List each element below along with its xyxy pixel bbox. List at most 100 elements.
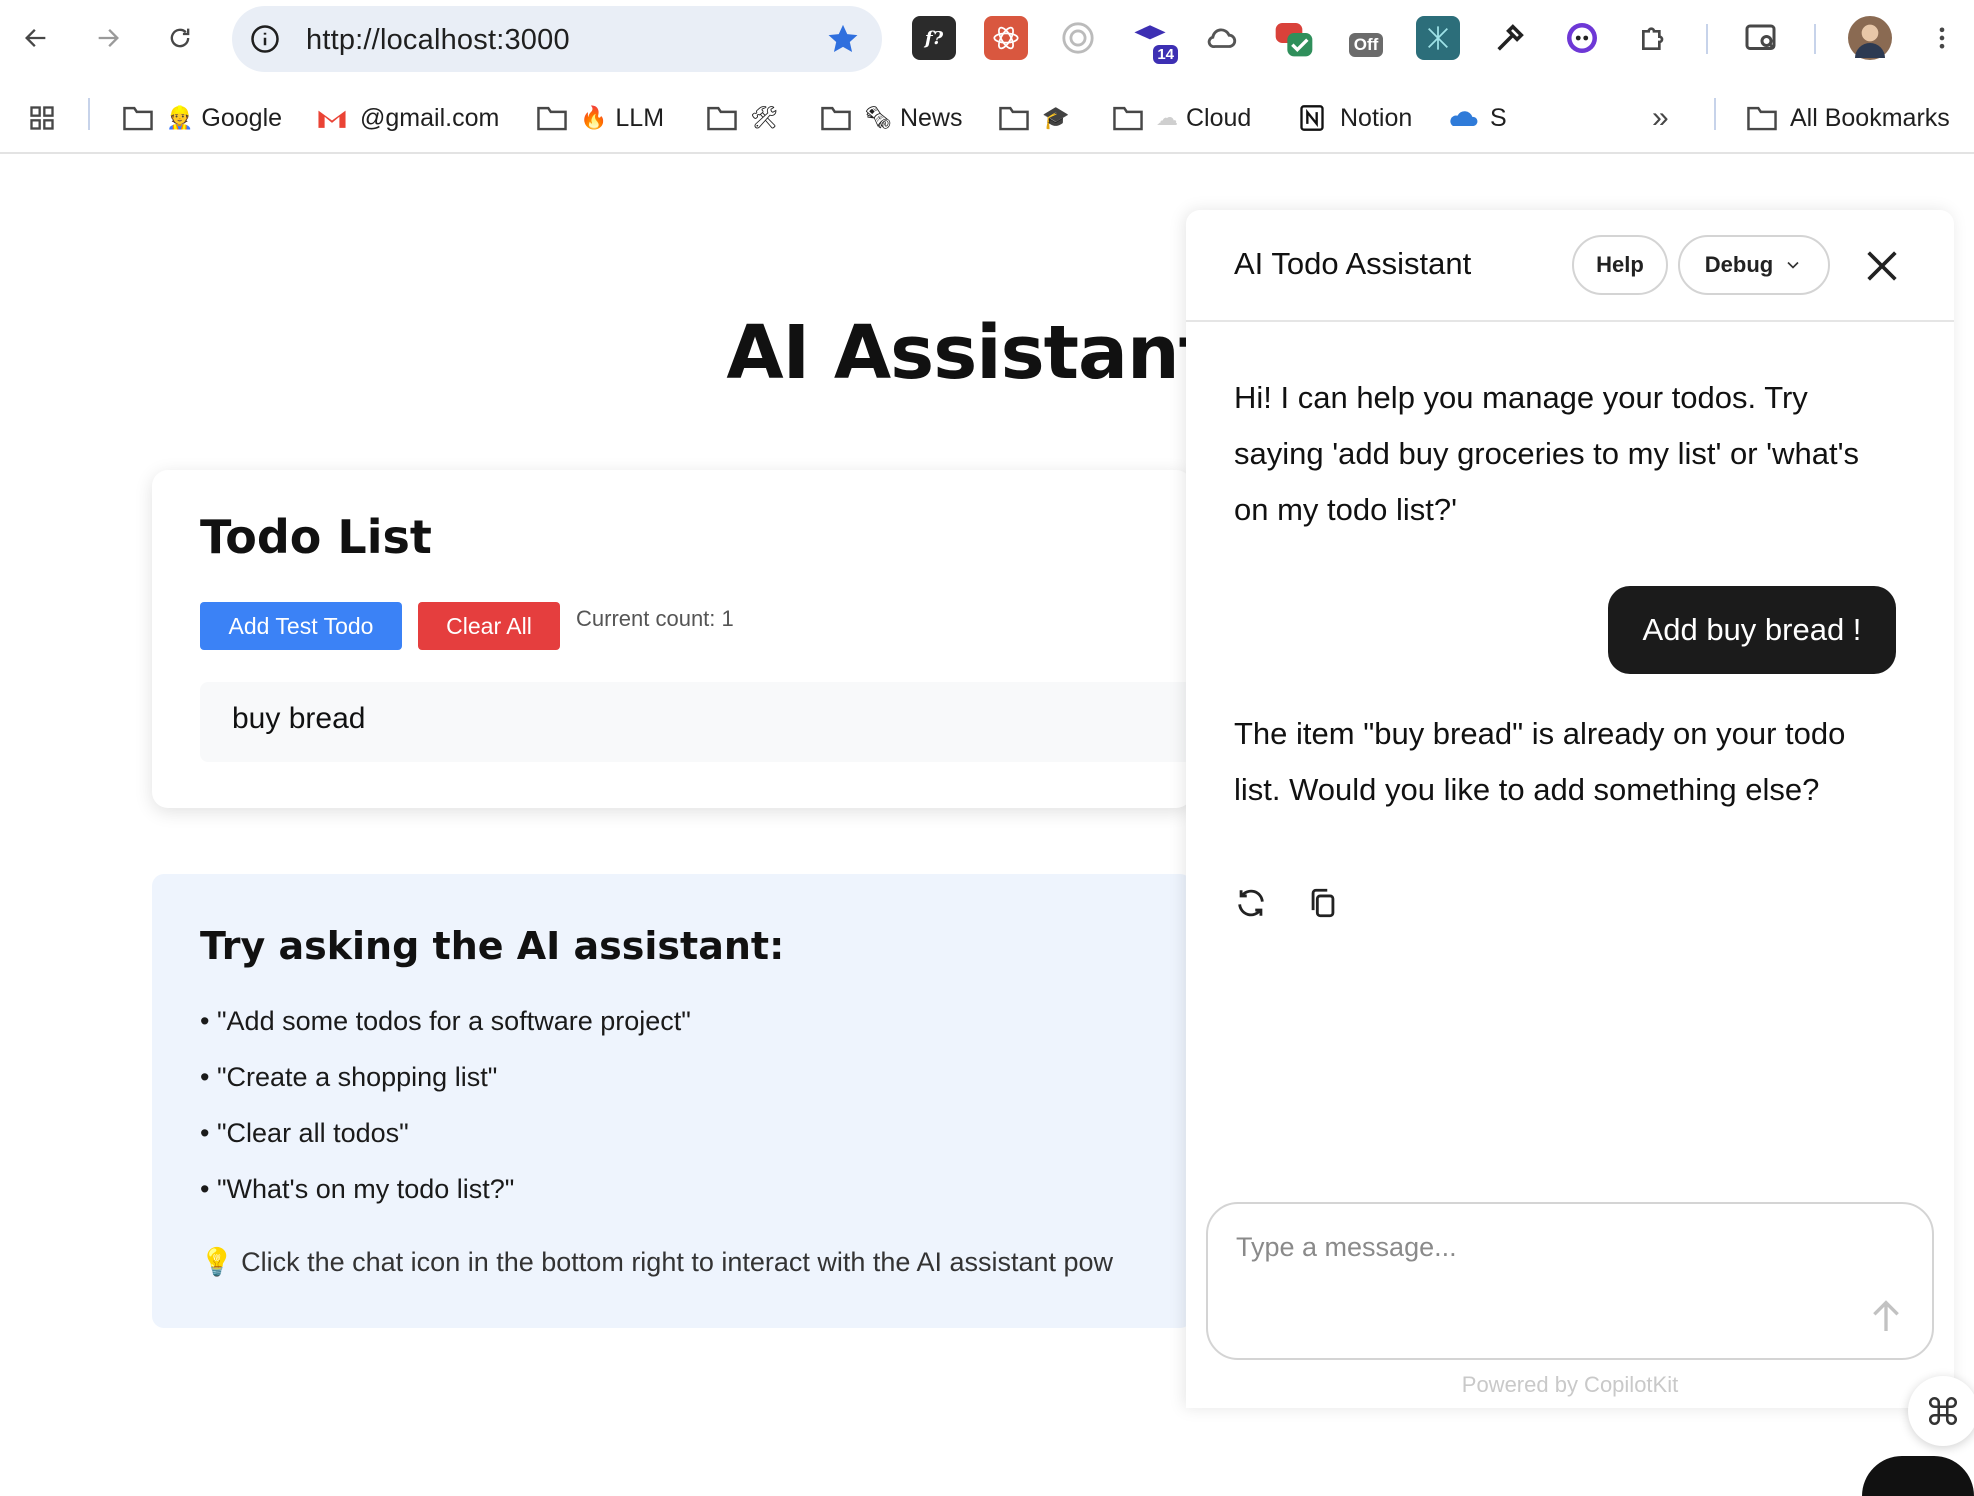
bookmark-gmail[interactable]: @gmail.com [316,98,499,138]
bookmark-folder-education[interactable]: 🎓 [998,98,1077,138]
bookmark-emoji: 👷 [166,105,194,130]
onedrive-icon [1450,111,1478,126]
ext-dropper-icon[interactable] [1488,16,1532,60]
help-button[interactable]: Help [1572,235,1668,295]
eyedropper-icon [1497,24,1524,51]
chat-title: AI Todo Assistant [1234,246,1472,281]
bookmarks-divider [1714,98,1716,130]
all-bookmarks-button[interactable]: All Bookmarks [1746,98,1950,138]
forward-button[interactable] [84,14,132,62]
notion-icon [1300,105,1324,131]
chat-input[interactable] [1236,1232,1856,1263]
todo-item-text: buy bread [232,702,366,735]
address-bar[interactable]: http://localhost:3000 [232,6,882,72]
target-icon [1062,22,1094,54]
browser-toolbar: http://localhost:3000 f? 14 Off [0,0,1974,76]
bookmark-label: Notion [1340,103,1413,132]
bookmark-notion[interactable]: Notion [1296,98,1412,138]
chat-toggle-button[interactable] [1908,1376,1974,1446]
chat-input-box[interactable] [1206,1202,1934,1360]
arrow-left-icon [25,29,46,47]
bookmark-label: @gmail.com [360,103,500,132]
ext-check-icon[interactable] [1272,16,1316,60]
bookmark-star-icon[interactable] [826,22,860,56]
gmail-icon [318,110,346,128]
bookmark-folder-news[interactable]: 🗞 News [820,98,962,138]
eyes-icon [1567,23,1597,53]
bookmark-folder-llm[interactable]: 🔥 LLM [536,98,664,138]
folder-icon [537,106,567,131]
add-test-todo-button[interactable]: Add Test Todo [200,602,402,650]
info-icon[interactable] [250,24,280,54]
tab-search-button[interactable] [1740,16,1784,60]
bookmark-folder-google[interactable]: 👷 Google [122,98,282,138]
chat-header: AI Todo Assistant Help Debug [1186,210,1954,322]
cloud-icon [1207,28,1237,49]
browser-menu-button[interactable] [1920,16,1964,60]
debug-button[interactable]: Debug [1678,235,1830,295]
send-arrow-icon[interactable] [1866,1296,1906,1336]
reload-icon [170,28,190,48]
back-button[interactable] [12,14,60,62]
extensions-puzzle-button[interactable] [1632,16,1676,60]
chat-panel: AI Todo Assistant Help Debug Hi! I can h… [1186,210,1954,1408]
copy-icon[interactable] [1306,886,1340,920]
close-icon[interactable] [1862,246,1902,286]
user-message: Add buy bread ! [1608,586,1896,674]
bookmark-onedrive[interactable]: S [1446,98,1507,138]
tip-item: • "Clear all todos" [200,1118,409,1148]
toolbar-divider [1706,24,1708,54]
bookmarks-bar: 👷 Google @gmail.com 🔥 LLM 🛠 🗞 News 🎓 ☁ C… [0,84,1974,154]
ext-eyes-icon[interactable] [1560,16,1604,60]
apps-grid-icon [30,106,54,130]
off-badge: Off [1348,33,1384,57]
folder-icon [1747,106,1777,131]
bookmark-label: S [1490,103,1507,132]
apps-button[interactable] [26,98,70,138]
ext-network-icon[interactable] [1416,16,1460,60]
tip-item: • "What's on my todo list?" [200,1174,515,1204]
ext-target-icon[interactable] [1056,16,1100,60]
floating-button-edge[interactable] [1862,1456,1974,1496]
tip-item: • "Create a shopping list" [200,1062,498,1092]
ext-graduation-icon[interactable]: 14 [1128,16,1178,64]
powered-by: Powered by CopilotKit [1461,1372,1679,1397]
ext-badge: 14 [1153,45,1178,64]
ext-react-icon[interactable] [984,16,1028,60]
tip-item: • "Add some todos for a software project… [200,1006,691,1036]
chat-hint: 💡 Click the chat icon in the bottom righ… [200,1247,1114,1277]
tab-search-icon [1745,24,1776,50]
ext-f-icon[interactable]: f? [912,16,956,60]
shield-check-icon [1275,23,1313,57]
more-vertical-icon [1939,27,1945,49]
bookmark-emoji: 🗞 [864,105,892,130]
bookmark-emoji: 🎓 [1042,105,1070,130]
bookmarks-divider [88,98,90,130]
tips-heading: Try asking the AI assistant: [200,924,785,968]
todo-card: Todo List Add Test Todo Clear All Curren… [152,470,1192,808]
bookmark-label: Cloud [1186,103,1252,132]
reload-button[interactable] [156,14,204,62]
puzzle-icon [1642,27,1664,50]
bookmarks-overflow-button[interactable]: » [1652,98,1669,138]
assistant-message: The item "buy bread" is already on your … [1234,716,1846,807]
bookmark-label: Google [201,103,283,132]
url-text[interactable]: http://localhost:3000 [306,24,570,57]
folder-icon [999,106,1029,131]
bookmark-emoji: ☁ [1156,105,1178,130]
todo-count: Current count: 1 [576,606,734,631]
clear-all-button[interactable]: Clear All [418,602,560,650]
bookmark-folder-tools[interactable]: 🛠 [706,98,786,138]
bookmark-folder-cloud[interactable]: ☁ Cloud [1112,98,1251,138]
todo-heading: Todo List [200,510,432,564]
folder-icon [707,106,737,131]
todo-item[interactable]: buy bread [200,682,1192,762]
bookmark-emoji: 🔥 [580,105,608,130]
command-icon [1928,1396,1958,1426]
ext-cloud-icon[interactable] [1200,16,1244,60]
regenerate-icon[interactable] [1234,886,1268,920]
ext-off-icon[interactable]: Off [1344,16,1388,60]
bookmark-label: LLM [615,103,665,132]
debug-label: Debug [1704,252,1774,277]
profile-avatar[interactable] [1848,16,1892,60]
